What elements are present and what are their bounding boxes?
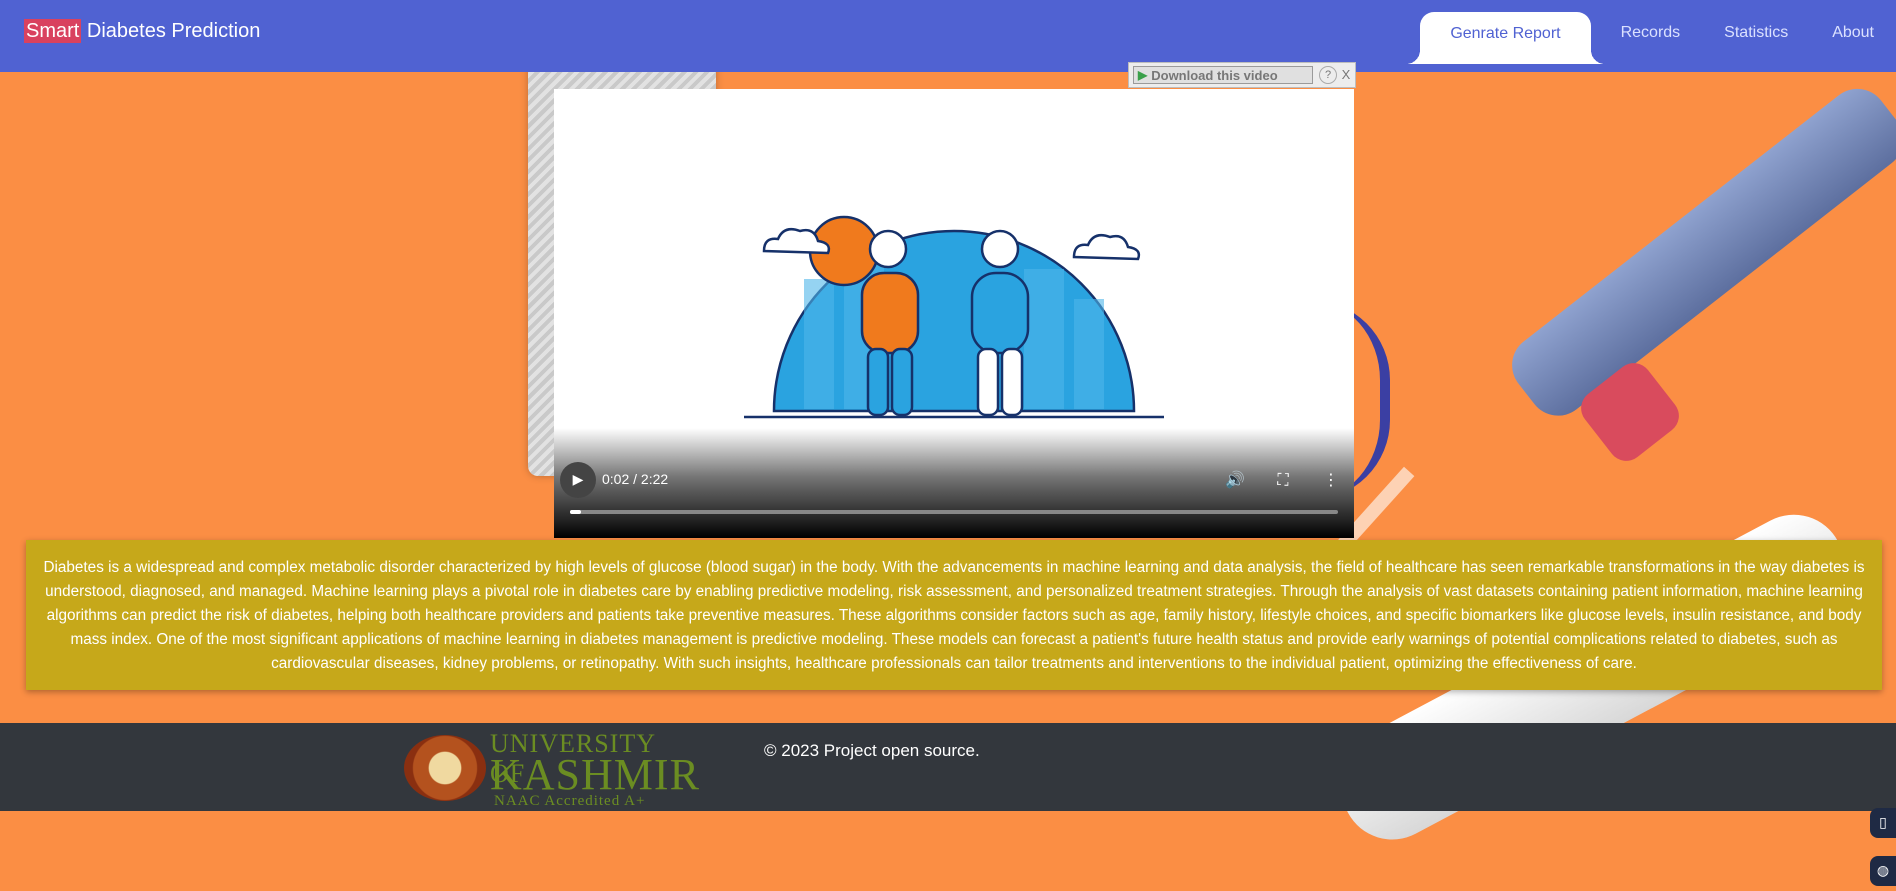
brand-title: Diabetes Prediction [81, 20, 261, 42]
reader-mode-icon[interactable]: ▯ [1870, 808, 1896, 838]
download-video-button[interactable]: ▶ Download this video [1133, 66, 1313, 84]
video-player[interactable]: ▶ 0:02 / 2:22 🔊 ⛶ ⋮ [554, 89, 1354, 538]
diabetes-info-box: Diabetes is a widespread and complex met… [26, 540, 1882, 690]
nav-item-about[interactable]: About [1810, 0, 1896, 72]
download-video-bar: ▶ Download this video ? X [1128, 62, 1356, 88]
help-icon[interactable]: ? [1319, 66, 1337, 84]
nav-item-statistics[interactable]: Statistics [1702, 0, 1810, 72]
nav-menu: Genrate Report Records Statistics About [1406, 0, 1896, 72]
download-video-label: Download this video [1151, 67, 1278, 83]
play-button[interactable]: ▶ [560, 462, 596, 498]
diabetes-info-text: Diabetes is a widespread and complex met… [43, 559, 1865, 672]
fullscreen-icon[interactable]: ⛶ [1272, 470, 1294, 490]
play-icon: ▶ [1138, 68, 1148, 82]
extension-icon[interactable]: ◍ [1870, 856, 1896, 886]
more-options-icon[interactable]: ⋮ [1320, 470, 1342, 489]
navbar: Smart Diabetes Prediction Genrate Report… [0, 0, 1896, 72]
logo-line-3: NAAC Accredited A+ [494, 793, 646, 809]
university-logo: UNIVERSITY OF KASHMIR NAAC Accredited A+ [404, 729, 699, 809]
close-icon[interactable]: X [1339, 67, 1353, 83]
nav-item-records[interactable]: Records [1599, 0, 1703, 72]
video-progress-fill [570, 510, 581, 514]
elderly-couple-illustration [744, 215, 1164, 419]
insulin-pen [1500, 76, 1896, 428]
brand-highlight: Smart [24, 19, 82, 43]
volume-icon[interactable]: 🔊 [1224, 470, 1246, 489]
university-seal-icon [404, 735, 486, 801]
copyright-text: © 2023 Project open source. [764, 741, 980, 760]
video-progress-bar[interactable] [570, 510, 1338, 514]
footer: UNIVERSITY OF KASHMIR NAAC Accredited A+… [0, 723, 1896, 811]
video-time: 0:02 / 2:22 [602, 471, 669, 487]
brand-logo[interactable]: Smart Diabetes Prediction [24, 19, 261, 43]
video-controls: ▶ 0:02 / 2:22 🔊 ⛶ ⋮ [554, 428, 1354, 538]
nav-item-genrate-report[interactable]: Genrate Report [1406, 12, 1605, 64]
